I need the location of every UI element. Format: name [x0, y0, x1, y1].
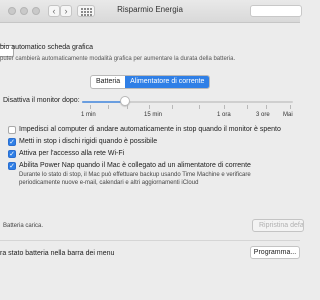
show-battery-status-label: ra stato batteria nella barra dei menu — [0, 250, 115, 257]
divider — [0, 240, 300, 241]
battery-status: Batteria carica. — [3, 223, 44, 229]
power-nap-checkbox[interactable]: ✓ — [8, 162, 16, 170]
power-nap-label: Abilita Power Nap quando il Mac è colleg… — [19, 162, 251, 169]
power-nap-description-line1: Durante lo stato di stop, il Mac può eff… — [19, 172, 251, 178]
slider-tick — [290, 105, 291, 109]
slider-tick — [90, 105, 91, 109]
display-sleep-label: Disattiva il monitor dopo: — [3, 97, 80, 104]
tab-bar: Batteria Alimentatore di corrente — [90, 75, 211, 89]
hard-disk-sleep-label: Metti in stop i dischi rigidi quando è p… — [19, 138, 158, 145]
prevent-sleep-label: Impedisci al computer di andare automati… — [19, 126, 281, 133]
display-sleep-slider-fill — [82, 101, 125, 103]
slider-tick — [172, 105, 173, 109]
tick-label-never: Mai — [283, 112, 293, 118]
slider-tick — [108, 105, 109, 109]
tab-battery[interactable]: Batteria — [91, 76, 125, 88]
tick-label-3hours: 3 ore — [256, 112, 270, 118]
wake-for-wifi-label: Attiva per l'accesso alla rete Wi-Fi — [19, 150, 125, 157]
display-sleep-slider-thumb[interactable] — [120, 96, 130, 106]
restore-defaults-button[interactable]: Ripristina defa — [252, 219, 304, 232]
slider-tick — [149, 105, 150, 109]
graphics-switching-description: puter cambierà automaticamente modalità … — [0, 56, 236, 62]
slider-tick — [199, 105, 200, 109]
tick-label-1min: 1 min — [81, 112, 96, 118]
checkmark-icon: ✓ — [9, 151, 15, 158]
wake-for-wifi-checkbox[interactable]: ✓ — [8, 150, 16, 158]
prevent-sleep-checkbox[interactable] — [8, 126, 16, 134]
schedule-button[interactable]: Programma... — [250, 246, 300, 259]
checkmark-icon: ✓ — [9, 163, 15, 170]
slider-tick — [127, 105, 128, 109]
checkmark-icon: ✓ — [9, 139, 15, 146]
graphics-switching-label: bio automatico scheda grafica — [0, 44, 93, 51]
tick-label-1hour: 1 ora — [217, 112, 231, 118]
slider-tick — [224, 105, 225, 109]
hard-disk-sleep-checkbox[interactable]: ✓ — [8, 138, 16, 146]
power-nap-description-line2: periodicamente nuove e-mail, calendari e… — [19, 180, 199, 186]
slider-tick — [266, 105, 267, 109]
tab-power-adapter[interactable]: Alimentatore di corrente — [125, 76, 210, 88]
slider-tick — [247, 105, 248, 109]
tick-label-15min: 15 min — [144, 112, 163, 118]
search-field[interactable] — [250, 5, 302, 17]
